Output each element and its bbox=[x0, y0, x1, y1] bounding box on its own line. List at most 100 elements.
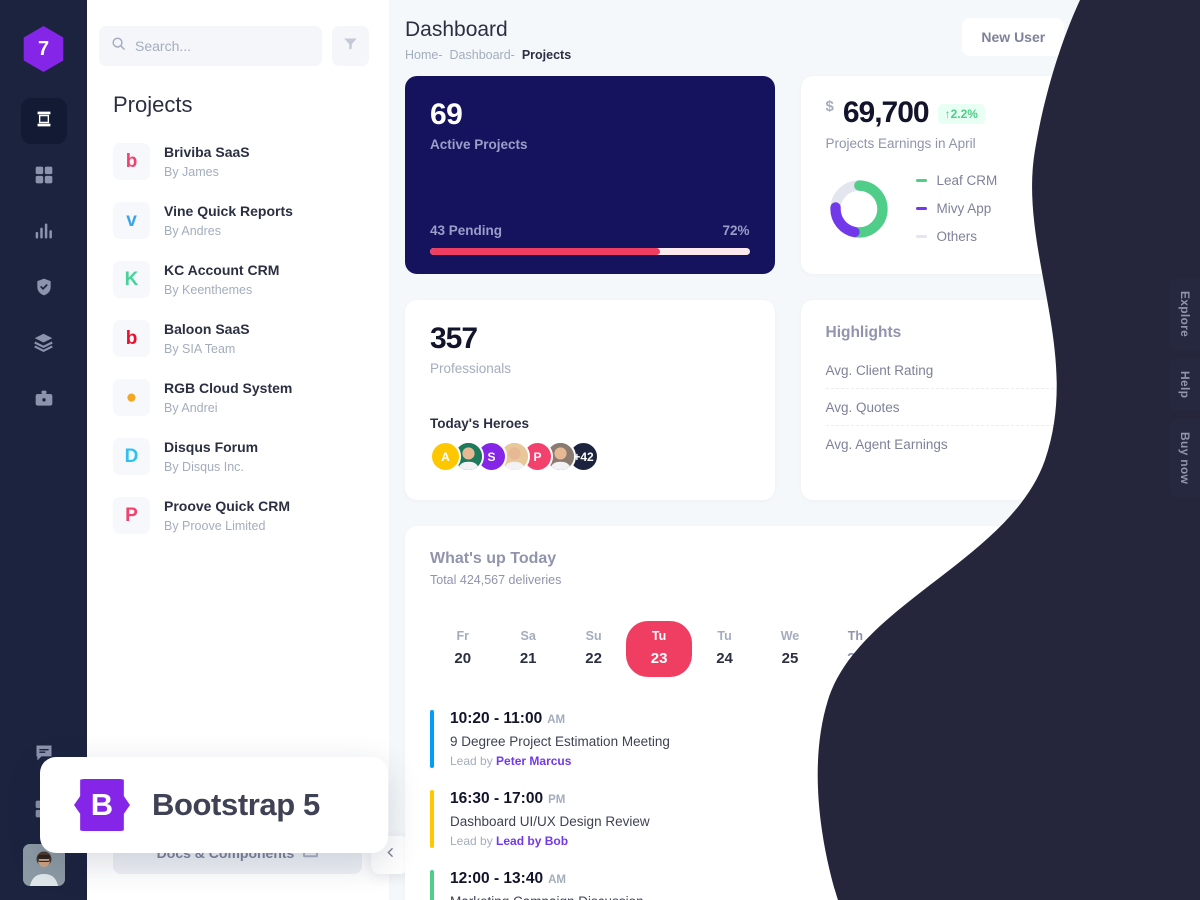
search-input[interactable] bbox=[135, 38, 310, 54]
calendar-day[interactable]: We 25 bbox=[757, 621, 822, 677]
new-goal-button[interactable]: New Goal bbox=[1072, 18, 1174, 56]
project-text: Disqus Forum By Disqus Inc. bbox=[164, 437, 258, 475]
project-item[interactable]: b Briviba SaaS By James bbox=[113, 132, 389, 191]
app-root: 7 Search... Projects b Briviba SaaS By J… bbox=[0, 0, 1200, 900]
calendar-day[interactable]: Su 22 bbox=[561, 621, 626, 677]
new-user-button[interactable]: New User bbox=[962, 18, 1065, 56]
briefcase-icon bbox=[34, 389, 54, 414]
calendar-day[interactable]: Su 29 bbox=[1019, 621, 1084, 677]
professionals-value: 357 bbox=[430, 322, 478, 355]
calendar-day[interactable]: Fri 27 bbox=[888, 621, 953, 677]
breadcrumb: Home- Dashboard- Projects bbox=[405, 48, 571, 62]
highlights-card[interactable]: Highlights Avg. Client Rating ↗ 7.8/10 Avg.… bbox=[800, 300, 1174, 500]
project-owner: By Keenthemes bbox=[164, 282, 253, 297]
bootstrap-badge-text: Bootstrap 5 bbox=[152, 787, 320, 822]
professionals-card[interactable]: 357 Professionals Today's Heroes A S P +42 bbox=[405, 300, 775, 500]
highlights-rows: Avg. Client Rating ↗ 7.8/10 Avg. Quotes ↙ 730… bbox=[825, 352, 1149, 463]
hero-avatar[interactable]: A bbox=[430, 441, 461, 472]
rail-item-artboard[interactable] bbox=[20, 98, 67, 144]
calendar-day[interactable]: Sa 21 bbox=[495, 621, 560, 677]
event-title: Marketing Campaign Discussion bbox=[450, 894, 644, 900]
rail-item-grid[interactable] bbox=[21, 154, 67, 200]
legend-item: Others bbox=[915, 229, 998, 244]
rail-item-analytics[interactable] bbox=[21, 210, 67, 256]
event-time-row: 12:00 - 13:40 AM bbox=[450, 870, 644, 888]
project-owner: By James bbox=[164, 164, 219, 179]
calendar-day[interactable]: Mo 30 bbox=[1085, 621, 1150, 677]
bootstrap-logo-letter: B bbox=[90, 787, 114, 822]
calendar-day[interactable]: Fr 20 bbox=[430, 621, 495, 677]
active-projects-card[interactable]: 69 Active Projects 43 Pending 72% bbox=[405, 76, 775, 274]
calendar-day[interactable]: Th 26 bbox=[823, 621, 888, 677]
filter-button[interactable] bbox=[332, 26, 369, 66]
day-of-week: Fr bbox=[456, 629, 469, 643]
event-list: 10:20 - 11:00 AM 9 Degree Project Estimati… bbox=[430, 699, 1150, 900]
project-logo-icon: ● bbox=[113, 379, 150, 416]
project-name: KC Account CRM bbox=[164, 262, 280, 279]
highlight-row: Avg. Client Rating ↗ 7.8/10 bbox=[825, 352, 1149, 389]
bootstrap-logo-icon: B bbox=[74, 779, 130, 831]
edge-tab-help[interactable]: Help bbox=[1170, 358, 1200, 412]
day-number: 26 bbox=[847, 650, 864, 667]
breadcrumb-item[interactable]: Home- bbox=[405, 48, 443, 62]
bootstrap-badge: B Bootstrap 5 bbox=[40, 757, 388, 853]
project-name: Baloon SaaS bbox=[164, 321, 250, 338]
project-text: Baloon SaaS By SIA Team bbox=[164, 319, 250, 357]
project-name: RGB Cloud System bbox=[164, 380, 293, 397]
search-box[interactable] bbox=[99, 26, 322, 66]
calendar-day[interactable]: Sa 28 bbox=[954, 621, 1019, 677]
project-item[interactable]: b Baloon SaaS By SIA Team bbox=[113, 309, 389, 368]
project-item[interactable]: P Proove Quick CRM By Proove Limited bbox=[113, 486, 389, 545]
legend-item: Mivy App bbox=[915, 201, 998, 216]
calendar-day[interactable]: Tu 24 bbox=[692, 621, 757, 677]
earnings-body: Leaf CRM Mivy App Others $7,660 $2,820 $45,2… bbox=[826, 173, 1149, 244]
event-view-button[interactable]: View bbox=[1086, 801, 1150, 837]
layers-icon bbox=[33, 332, 54, 358]
day-number: 28 bbox=[978, 650, 995, 667]
day-number: 20 bbox=[454, 650, 472, 667]
trend-arrow-icon: ↗ bbox=[1081, 361, 1094, 378]
legend-amount: $45,257 bbox=[1100, 229, 1149, 244]
project-item[interactable]: D Disqus Forum By Disqus Inc. bbox=[113, 427, 389, 486]
project-item[interactable]: v Vine Quick Reports By Andres bbox=[113, 191, 389, 250]
project-name: Briviba SaaS bbox=[164, 144, 250, 161]
rail-item-layers[interactable] bbox=[21, 322, 67, 368]
project-text: Vine Quick Reports By Andres bbox=[164, 201, 293, 239]
highlight-value: 7.8 bbox=[1102, 362, 1122, 378]
rail-item-security[interactable] bbox=[21, 266, 67, 312]
earnings-change-value: 2.2% bbox=[950, 107, 978, 121]
project-item[interactable]: ● RGB Cloud System By Andrei bbox=[113, 368, 389, 427]
day-of-week: Th bbox=[847, 629, 864, 643]
edge-tab-group: Explore Help Buy now bbox=[1156, 278, 1200, 498]
breadcrumb-item[interactable]: Dashboard- bbox=[450, 48, 515, 62]
active-projects-value: 69 bbox=[430, 98, 463, 131]
shield-check-icon bbox=[34, 277, 54, 302]
edge-tab-buy-now[interactable]: Buy now bbox=[1170, 419, 1200, 498]
heroes-avatar-group: A S P +42 bbox=[430, 441, 750, 472]
highlights-title: Highlights bbox=[825, 324, 902, 341]
active-projects-label: Active Projects bbox=[430, 137, 528, 152]
day-number: 29 bbox=[1043, 650, 1061, 667]
rail-item-projects[interactable] bbox=[21, 378, 67, 424]
edge-tab-explore[interactable]: Explore bbox=[1170, 278, 1200, 351]
app-logo[interactable]: 7 bbox=[23, 26, 64, 72]
day-of-week: Su bbox=[1043, 629, 1060, 643]
event-view-button[interactable]: View bbox=[1086, 874, 1150, 900]
event-time: 16:30 - 17:00 bbox=[450, 790, 544, 807]
project-item[interactable]: K KC Account CRM By Keenthemes bbox=[113, 250, 389, 309]
legend-label: Leaf CRM bbox=[936, 173, 998, 188]
report-center-button[interactable]: Report Cecnter bbox=[1028, 548, 1150, 584]
highlight-label: Avg. Agent Earnings bbox=[825, 437, 948, 452]
project-logo-icon: b bbox=[113, 143, 150, 180]
day-number: 21 bbox=[519, 650, 537, 667]
earnings-change-badge: ↑2.2% bbox=[937, 104, 985, 124]
top-actions: New User New Goal bbox=[962, 18, 1174, 56]
highlight-value: $2,309 bbox=[1098, 437, 1140, 452]
day-number: 27 bbox=[912, 650, 930, 667]
highlight-value-group: ↗ 7.8/10 bbox=[1082, 362, 1149, 379]
artboard-icon bbox=[33, 108, 55, 135]
calendar-day[interactable]: Tu 23 bbox=[626, 621, 692, 677]
event-view-button[interactable]: View bbox=[1086, 721, 1150, 757]
earnings-card[interactable]: $ 69,700 ↑2.2% Projects Earnings in Apri… bbox=[800, 76, 1174, 274]
day-of-week: Sa bbox=[520, 629, 536, 643]
